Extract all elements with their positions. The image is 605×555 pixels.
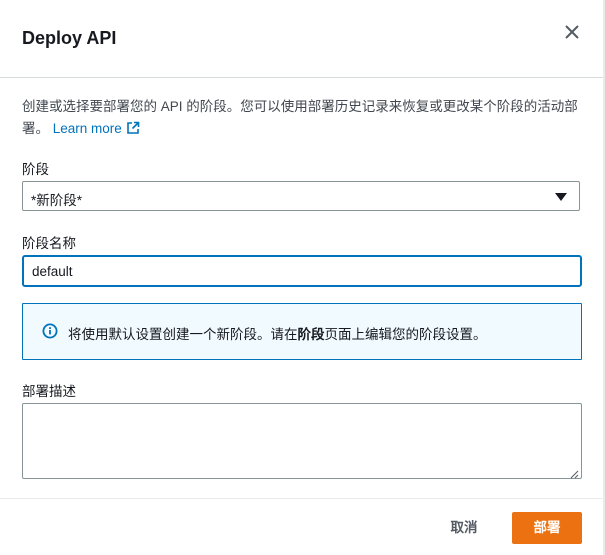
stage-name-input[interactable] bbox=[22, 255, 582, 287]
caret-down-icon bbox=[555, 193, 567, 201]
info-text-before: 将使用默认设置创建一个新阶段。请在 bbox=[68, 327, 298, 342]
info-icon bbox=[42, 323, 58, 339]
info-text-bold: 阶段 bbox=[297, 327, 325, 342]
deploy-button[interactable]: 部署 bbox=[512, 512, 582, 544]
footer-divider bbox=[0, 498, 603, 499]
deployment-description-textarea[interactable] bbox=[22, 403, 582, 479]
stage-label: 阶段 bbox=[22, 162, 49, 177]
learn-more-link[interactable]: Learn more bbox=[53, 121, 140, 136]
info-alert: 将使用默认设置创建一个新阶段。请在阶段页面上编辑您的阶段设置。 bbox=[22, 303, 582, 360]
cancel-button[interactable]: 取消 bbox=[438, 513, 490, 543]
learn-more-label[interactable]: Learn more bbox=[53, 121, 122, 136]
modal-description: 创建或选择要部署您的 API 的阶段。您可以使用部署历史记录来恢复或更改某个阶段… bbox=[22, 96, 582, 142]
stage-select[interactable]: *新阶段* bbox=[22, 181, 580, 211]
resize-handle-icon[interactable] bbox=[569, 466, 579, 479]
info-alert-text: 将使用默认设置创建一个新阶段。请在阶段页面上编辑您的阶段设置。 bbox=[68, 323, 487, 343]
modal-title: Deploy API bbox=[22, 28, 117, 48]
stage-selected-value: *新阶段* bbox=[31, 193, 83, 208]
info-text-after: 页面上编辑您的阶段设置。 bbox=[324, 327, 487, 342]
deployment-description-label: 部署描述 bbox=[22, 384, 76, 399]
stage-name-label: 阶段名称 bbox=[22, 236, 76, 251]
external-link-icon[interactable] bbox=[126, 120, 140, 142]
modal-header: Deploy API bbox=[0, 0, 603, 78]
deploy-api-modal: Deploy API 创建或选择要部署您的 API 的阶段。您可以使用部署历史记… bbox=[0, 0, 605, 555]
close-icon[interactable] bbox=[562, 22, 582, 42]
